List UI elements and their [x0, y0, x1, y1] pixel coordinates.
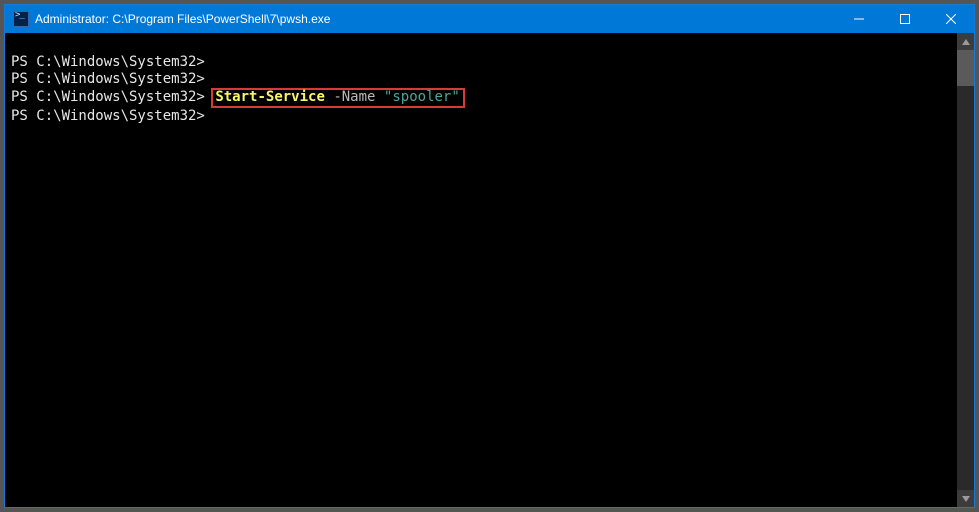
maximize-icon — [900, 14, 910, 24]
close-button[interactable] — [928, 5, 974, 33]
scroll-up-button[interactable] — [957, 33, 974, 50]
powershell-window: Administrator: C:\Program Files\PowerShe… — [4, 4, 975, 508]
prompt: PS C:\Windows\System32> — [11, 54, 205, 70]
minimize-icon — [854, 14, 864, 24]
prompt: PS C:\Windows\System32> — [11, 108, 205, 124]
window-title: Administrator: C:\Program Files\PowerShe… — [35, 12, 836, 26]
scroll-down-button[interactable] — [957, 490, 974, 507]
close-icon — [946, 14, 956, 24]
command-highlight: Start-Service -Name "spooler" — [211, 88, 464, 108]
maximize-button[interactable] — [882, 5, 928, 33]
terminal[interactable]: PS C:\Windows\System32> PS C:\Windows\Sy… — [5, 33, 957, 507]
cmdlet: Start-Service — [215, 89, 325, 105]
window-controls — [836, 5, 974, 33]
minimize-button[interactable] — [836, 5, 882, 33]
argument-string: "spooler" — [384, 89, 460, 105]
titlebar[interactable]: Administrator: C:\Program Files\PowerShe… — [5, 5, 974, 33]
prompt: PS C:\Windows\System32> — [11, 71, 205, 87]
app-icon — [13, 11, 29, 27]
client-area: PS C:\Windows\System32> PS C:\Windows\Sy… — [5, 33, 974, 507]
vertical-scrollbar[interactable] — [957, 33, 974, 507]
scroll-track[interactable] — [957, 50, 974, 490]
prompt: PS C:\Windows\System32> — [11, 89, 205, 105]
chevron-down-icon — [962, 496, 970, 502]
chevron-up-icon — [962, 39, 970, 45]
parameter: -Name — [333, 89, 375, 105]
scroll-thumb[interactable] — [957, 50, 974, 86]
